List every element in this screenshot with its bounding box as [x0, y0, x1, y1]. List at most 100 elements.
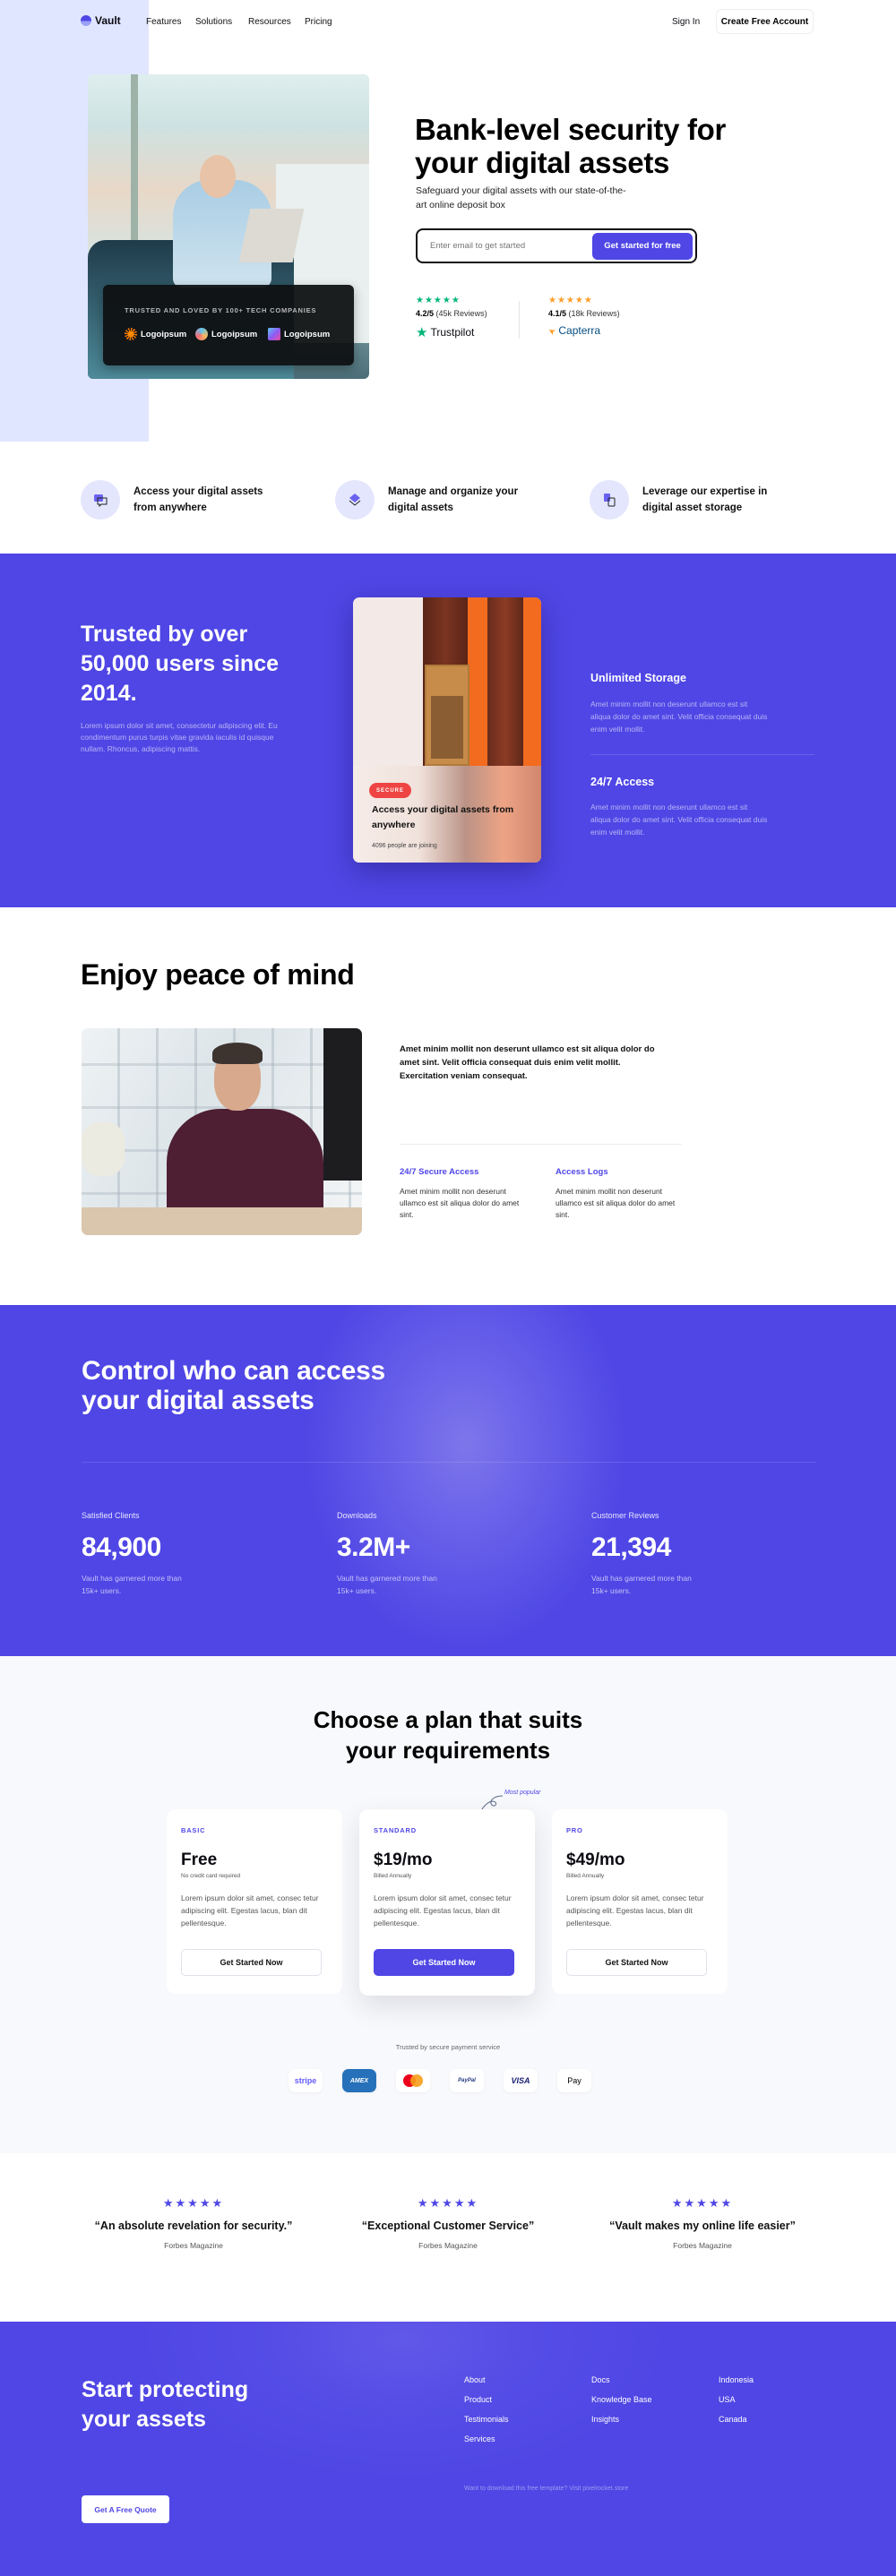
access-body: Amet minim mollit non deserunt ullamco e… [590, 803, 768, 837]
company-logo: Logoipsum [268, 328, 330, 340]
vault-logo-icon [81, 15, 91, 26]
trusted-body: Lorem ipsum dolor sit amet, consectetur … [81, 721, 278, 753]
plan-tier: PRO [566, 1826, 583, 1834]
trusted-companies-card: TRUSTED AND LOVED BY 100+ TECH COMPANIES… [103, 285, 354, 365]
testimonial-source: Forbes Magazine [418, 2241, 478, 2250]
plan-desc: Lorem ipsum dolor sit amet, consec tetur… [181, 1893, 319, 1928]
footer-link-services[interactable]: Services [464, 2434, 509, 2443]
footer-link-about[interactable]: About [464, 2375, 509, 2384]
company-logo: Logoipsum [195, 328, 257, 340]
sun-logo-icon [125, 328, 137, 340]
plan-price: $19/mo [374, 1850, 433, 1869]
get-started-basic-button[interactable]: Get Started Now [181, 1949, 322, 1976]
peace-lead: Amet minim mollit non deserunt ullamco e… [400, 1044, 655, 1081]
apple-pay-icon: Pay [557, 2069, 591, 2092]
plan-card-basic: BASIC Free No credit card required Lorem… [167, 1809, 342, 1994]
footer-link-insights[interactable]: Insights [591, 2415, 652, 2424]
free-quote-button[interactable]: Get A Free Quote [82, 2495, 169, 2523]
plan-tier: STANDARD [374, 1826, 417, 1834]
access-title: 24/7 Access [590, 776, 655, 788]
nav-features[interactable]: Features [146, 17, 181, 27]
plan-note: Billed Annually [374, 1873, 412, 1879]
footer-link-canada[interactable]: Canada [719, 2415, 754, 2424]
visa-icon: VISA [504, 2069, 538, 2092]
pricing-title: Choose a plan that suits your requirement… [313, 1706, 583, 1764]
stat-downloads: Downloads 3.2M+ Vault has garnered more … [337, 1511, 453, 1597]
secure-badge: SECURE [369, 783, 412, 798]
rating-stars: ★★★★★ [416, 296, 461, 305]
footer-title: Start protecting your assets [82, 2377, 249, 2432]
feature-item: Leverage our expertise in digital asset … [590, 480, 786, 519]
get-started-standard-button[interactable]: Get Started Now [374, 1949, 514, 1976]
capterra-arrow-icon: ➤ [546, 324, 558, 337]
footer-link-product[interactable]: Product [464, 2395, 509, 2404]
email-signup-form: Get started for free [416, 228, 697, 263]
access-logs-title: Access Logs [556, 1167, 608, 1177]
brand-logo[interactable]: Vault [81, 14, 121, 27]
testimonial-source: Forbes Magazine [673, 2241, 732, 2250]
control-title: Control who can access your digital asset… [82, 1356, 386, 1415]
review-count: (45k Reviews) [435, 309, 487, 318]
secure-access-body: Amet minim mollit non deserunt ullamco e… [400, 1187, 520, 1219]
capterra-logo: ➤ Capterra [546, 324, 601, 337]
stat-value: 3.2M+ [337, 1533, 410, 1562]
rating-stars: ★★★★★ [162, 2196, 225, 2210]
footer-link-usa[interactable]: USA [719, 2395, 754, 2404]
plan-price: Free [181, 1850, 218, 1869]
footer-link-testimonials[interactable]: Testimonials [464, 2415, 509, 2424]
feature-text: Leverage our expertise in digital asset … [642, 486, 768, 513]
plan-note: Billed Annually [566, 1873, 605, 1879]
peace-title: Enjoy peace of mind [81, 958, 355, 991]
trustpilot-star-icon: ★ [416, 325, 428, 340]
stat-customer-reviews: Customer Reviews 21,394 Vault has garner… [591, 1511, 708, 1597]
divider [519, 301, 520, 339]
stat-value: 21,394 [591, 1533, 671, 1562]
nav-pricing[interactable]: Pricing [305, 17, 332, 27]
divider [590, 754, 814, 755]
brand-name: Vault [95, 14, 121, 27]
plan-tier: BASIC [181, 1826, 206, 1834]
plan-note: No credit card required [181, 1873, 241, 1879]
mastercard-icon [396, 2069, 430, 2092]
footer-link-indonesia[interactable]: Indonesia [719, 2375, 754, 2384]
get-started-pro-button[interactable]: Get Started Now [566, 1949, 707, 1976]
access-card: SECURE Access your digital assets from a… [353, 597, 541, 863]
footer-col-company: About Product Testimonials Services [464, 2375, 509, 2443]
testimonial-source: Forbes Magazine [164, 2241, 223, 2250]
testimonial-quote: “An absolute revelation for security.” [94, 2220, 293, 2232]
feature-text: Access your digital assets from anywhere [134, 486, 263, 513]
amex-icon: AMEX [342, 2069, 376, 2092]
testimonial-quote: “Exceptional Customer Service” [361, 2220, 535, 2232]
rating-stars: ★★★★★ [417, 2196, 479, 2210]
divider [82, 1462, 816, 1463]
top-nav: Vault Features Solutions Resources Prici… [0, 0, 896, 45]
footer-link-knowledge-base[interactable]: Knowledge Base [591, 2395, 652, 2404]
most-popular-label: Most popular [504, 1790, 541, 1796]
footer-col-resources: Docs Knowledge Base Insights [591, 2375, 652, 2424]
capterra-rating: ★★★★★ 4.1/5 (18k Reviews) ➤ Capterra [546, 296, 620, 337]
trustpilot-rating: ★★★★★ 4.2/5 (45k Reviews) ★ Trustpilot [416, 296, 487, 340]
stripes-logo-icon [268, 328, 280, 340]
sync-icon [590, 480, 629, 519]
unlimited-storage-title: Unlimited Storage [590, 672, 686, 684]
email-input[interactable] [430, 241, 591, 251]
nav-solutions[interactable]: Solutions [195, 17, 232, 27]
stat-value: 84,900 [82, 1533, 161, 1562]
testimonial-quote: “Vault makes my online life easier” [609, 2220, 796, 2232]
plan-desc: Lorem ipsum dolor sit amet, consec tetur… [374, 1893, 512, 1928]
footer-link-docs[interactable]: Docs [591, 2375, 652, 2384]
payment-label: Trusted by secure payment service [395, 2043, 501, 2051]
testimonial: ★★★★★ “An absolute revelation for securi… [77, 2196, 310, 2250]
rating-score: 4.1/5 [548, 309, 567, 318]
feature-item: Access your digital assets from anywhere [81, 480, 277, 519]
testimonial: ★★★★★ “Vault makes my online life easier… [586, 2196, 819, 2250]
get-started-button[interactable]: Get started for free [592, 232, 693, 260]
sign-in-link[interactable]: Sign In [672, 17, 700, 27]
create-account-button[interactable]: Create Free Account [716, 9, 814, 34]
rating-stars: ★★★★★ [671, 2196, 734, 2210]
trusted-title: Trusted by over 50,000 users since 2014. [81, 622, 279, 706]
footer-note[interactable]: Want to download this free template? Vis… [464, 2486, 628, 2492]
trustpilot-logo: ★ Trustpilot [416, 325, 475, 340]
nav-resources[interactable]: Resources [248, 17, 291, 27]
chat-icon [81, 480, 120, 519]
